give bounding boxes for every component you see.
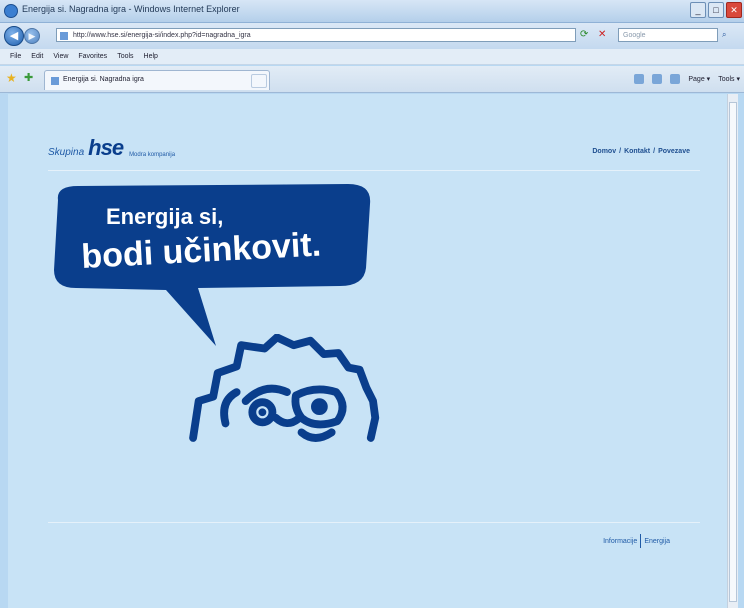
address-toolbar: ◀ ▶ http://www.hse.si/energija-si/index.… bbox=[0, 23, 744, 49]
menu-item-tools[interactable]: Tools bbox=[117, 49, 133, 64]
bottom-nav-divider bbox=[640, 534, 642, 548]
add-favorite-icon[interactable]: ✚ bbox=[24, 72, 33, 84]
forward-button[interactable]: ▶ bbox=[24, 28, 40, 44]
brand-logo[interactable]: Skupina hse Modra kompanija bbox=[48, 135, 176, 160]
back-button[interactable]: ◀ bbox=[4, 26, 24, 46]
ie-icon bbox=[4, 4, 18, 18]
speech-bubble: Energija si, bodi učinkovit. bbox=[54, 184, 371, 346]
print-icon[interactable] bbox=[670, 74, 681, 84]
bubble-line-1: Energija si, bbox=[106, 204, 223, 229]
menu-item-help[interactable]: Help bbox=[144, 49, 158, 64]
nav-link-kontakt[interactable]: Kontakt bbox=[624, 148, 650, 155]
stop-button[interactable]: ✕ bbox=[598, 28, 612, 42]
bottom-link-energija[interactable]: Energija bbox=[644, 538, 670, 545]
cartoon-character-illustration bbox=[189, 334, 380, 442]
brand-tagline: Modra kompanija bbox=[129, 152, 176, 158]
menu-bar: File Edit View Favorites Tools Help bbox=[0, 49, 744, 65]
browser-window: Energija si. Nagradna igra - Windows Int… bbox=[0, 0, 744, 608]
minimize-button[interactable]: _ bbox=[690, 2, 706, 18]
close-button[interactable]: ✕ bbox=[726, 2, 742, 18]
tab-bar: ★ ✚ Energija si. Nagradna igra Page ▾ To… bbox=[0, 66, 744, 93]
menu-item-view[interactable]: View bbox=[53, 49, 68, 64]
brand-group: Skupina bbox=[48, 147, 85, 158]
nav-separator: / bbox=[653, 148, 656, 155]
refresh-button[interactable]: ⟳ bbox=[580, 28, 594, 42]
tab-current[interactable]: Energija si. Nagradna igra bbox=[44, 70, 270, 90]
brand-mark: hse bbox=[88, 135, 124, 160]
bottom-nav: Informacije Energija bbox=[603, 534, 670, 548]
page-menu[interactable]: Page ▾ bbox=[688, 75, 710, 83]
search-icon[interactable]: ⌕ bbox=[722, 28, 740, 42]
tools-menu[interactable]: Tools ▾ bbox=[718, 75, 740, 83]
vertical-scrollbar[interactable] bbox=[727, 94, 738, 608]
nav-separator: / bbox=[619, 148, 622, 155]
search-input[interactable]: Google bbox=[618, 28, 718, 42]
page-icon bbox=[60, 32, 68, 40]
window-controls: _ □ ✕ bbox=[690, 2, 742, 18]
window-title: Energija si. Nagradna igra - Windows Int… bbox=[22, 4, 240, 14]
new-tab-button[interactable] bbox=[251, 74, 267, 88]
menu-item-favorites[interactable]: Favorites bbox=[78, 49, 107, 64]
page-viewport: Skupina hse Modra kompanija Domov / Kont… bbox=[8, 94, 738, 608]
feeds-icon[interactable] bbox=[652, 74, 663, 84]
nav-link-povezave[interactable]: Povezave bbox=[658, 148, 690, 155]
tab-page-icon bbox=[51, 77, 59, 85]
favorites-star-icon[interactable]: ★ bbox=[6, 72, 17, 84]
bottom-link-informacije[interactable]: Informacije bbox=[603, 538, 637, 545]
top-nav: Domov / Kontakt / Povezave bbox=[592, 148, 690, 155]
tab-label: Energija si. Nagradna igra bbox=[63, 76, 144, 83]
nav-link-domov[interactable]: Domov bbox=[592, 148, 616, 155]
scrollbar-thumb[interactable] bbox=[729, 102, 737, 602]
menu-item-edit[interactable]: Edit bbox=[31, 49, 43, 64]
command-bar: Page ▾ Tools ▾ bbox=[634, 74, 740, 84]
home-icon[interactable] bbox=[634, 74, 645, 84]
title-bar: Energija si. Nagradna igra - Windows Int… bbox=[0, 0, 744, 23]
address-input[interactable]: http://www.hse.si/energija-si/index.php?… bbox=[56, 28, 576, 42]
url-text: http://www.hse.si/energija-si/index.php?… bbox=[73, 32, 251, 39]
maximize-button[interactable]: □ bbox=[708, 2, 724, 18]
header-divider bbox=[48, 170, 700, 171]
footer-divider bbox=[48, 522, 700, 523]
search-placeholder: Google bbox=[623, 32, 646, 39]
menu-item-file[interactable]: File bbox=[10, 49, 21, 64]
